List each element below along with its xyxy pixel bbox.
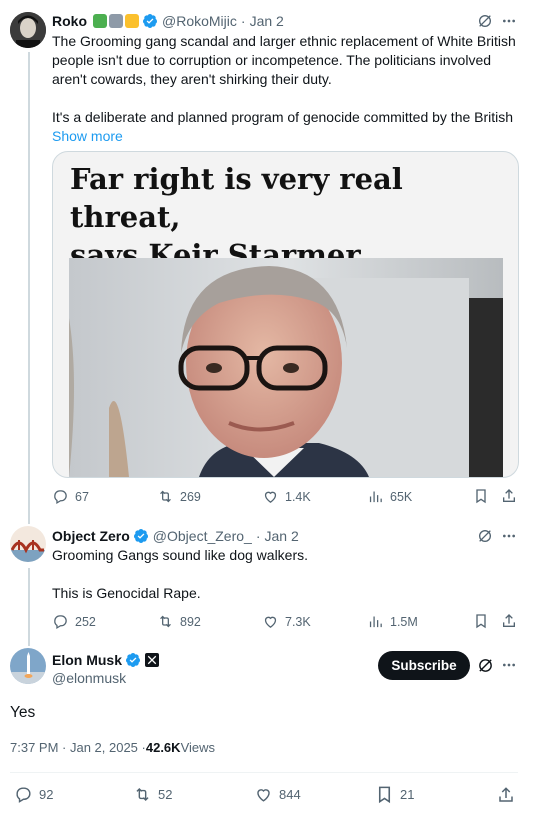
tweet-meta: 7:37 PM · Jan 2, 2025 · 42.6K Views [10, 740, 215, 755]
tweet-header: Roko @RokoMijic · Jan 2 [52, 12, 284, 30]
verified-badge-icon [125, 652, 141, 668]
views-button[interactable]: 1.5M [367, 613, 418, 630]
tweet-header: Object Zero @Object_Zero_ · Jan 2 [52, 527, 299, 545]
verified-badge-icon [142, 13, 158, 29]
bookmark-count: 21 [400, 787, 415, 802]
bookmark-icon[interactable] [472, 612, 490, 630]
avatar[interactable] [10, 12, 46, 48]
show-more-link[interactable]: Show more [52, 127, 522, 146]
timestamp[interactable]: Jan 2 [265, 528, 299, 544]
repost-icon [160, 615, 171, 628]
reply-button[interactable]: 67 [52, 488, 89, 505]
tweet-text-line: The Grooming gang scandal and larger eth… [52, 33, 516, 49]
author-header: Elon Musk [52, 651, 160, 669]
repost-button[interactable]: 269 [157, 488, 201, 505]
tweet-text-line: aren't cowards, they aren't shirking the… [52, 71, 332, 87]
display-name[interactable]: Elon Musk [52, 652, 122, 668]
tweet-text-line: This is Genocidal Rape. [52, 585, 201, 601]
timestamp[interactable]: Jan 2 [250, 13, 284, 29]
tweet-text: Grooming Gangs sound like dog walkers. T… [52, 546, 512, 603]
handle[interactable]: @RokoMijic [162, 13, 237, 29]
more-icon[interactable] [500, 12, 518, 30]
heart-icon [257, 789, 270, 802]
handle[interactable]: @elonmusk [52, 670, 126, 686]
subscribe-button[interactable]: Subscribe [378, 651, 470, 680]
tweet-text-line: It's a deliberate and planned program of… [52, 109, 514, 125]
like-button[interactable]: 7.3K [262, 613, 311, 630]
media-card[interactable]: Far right is very real threat, says Keir… [52, 151, 519, 478]
heart-icon [264, 616, 277, 628]
repost-count: 269 [180, 489, 201, 504]
divider [10, 772, 518, 773]
handle[interactable]: @Object_Zero_ [153, 528, 252, 544]
views-icon [369, 616, 382, 628]
tweet-text-line: people isn't due to corruption or incomp… [52, 52, 492, 68]
share-icon[interactable] [496, 785, 516, 805]
repost-icon [160, 490, 171, 503]
repost-count: 52 [158, 787, 173, 802]
reply-count: 67 [75, 489, 89, 504]
like-button[interactable]: 1.4K [262, 488, 311, 505]
emoji-icon [93, 14, 107, 28]
bookmark-icon [378, 786, 391, 804]
tweet-timestamp[interactable]: 7:37 PM · Jan 2, 2025 · [10, 740, 146, 755]
card-photo [69, 258, 503, 477]
grok-icon[interactable] [476, 656, 494, 674]
display-name[interactable]: Roko [52, 13, 87, 29]
grok-icon[interactable] [476, 12, 494, 30]
grok-icon[interactable] [476, 527, 494, 545]
share-icon[interactable] [500, 612, 518, 630]
separator: · [255, 528, 261, 544]
views-count: 42.6K [145, 740, 181, 755]
card-headline: Far right is very real threat, says Keir… [70, 160, 510, 274]
tweet-text: The Grooming gang scandal and larger eth… [52, 32, 522, 146]
verified-badge-icon [133, 528, 149, 544]
views-count: 65K [390, 489, 413, 504]
like-button[interactable]: 844 [254, 785, 301, 804]
more-icon[interactable] [500, 527, 518, 545]
tweet-text-line: Grooming Gangs sound like dog walkers. [52, 547, 309, 563]
bookmark-icon[interactable] [472, 487, 490, 505]
views-label: Views [180, 740, 216, 755]
reply-icon [54, 490, 67, 505]
x-affiliate-icon [145, 653, 160, 667]
like-count: 844 [279, 787, 301, 802]
main-tweet-text: Yes [10, 704, 36, 721]
views-count: 1.5M [390, 614, 418, 629]
avatar[interactable] [10, 648, 46, 684]
reply-button[interactable]: 252 [52, 613, 96, 630]
more-icon[interactable] [500, 656, 518, 674]
repost-button[interactable]: 892 [157, 613, 201, 630]
emoji-icon [109, 14, 123, 28]
reply-icon [16, 787, 31, 803]
share-icon[interactable] [500, 487, 518, 505]
thread-line [28, 568, 30, 646]
reply-count: 252 [75, 614, 96, 629]
views-button[interactable]: 65K [367, 488, 412, 505]
heart-icon [264, 491, 277, 503]
bookmark-button[interactable]: 21 [375, 785, 414, 804]
avatar[interactable] [10, 526, 46, 562]
repost-button[interactable]: 52 [133, 785, 172, 804]
reply-count: 92 [39, 787, 54, 802]
display-name[interactable]: Object Zero [52, 528, 130, 544]
like-count: 7.3K [285, 614, 311, 629]
reply-icon [54, 615, 67, 630]
separator: · [240, 13, 246, 29]
reply-button[interactable]: 92 [14, 785, 53, 804]
views-icon [369, 491, 382, 503]
emoji-icon [125, 14, 139, 28]
thread-line [28, 52, 30, 524]
repost-count: 892 [180, 614, 201, 629]
card-headline-line: Far right is very real threat, [70, 162, 403, 234]
repost-icon [136, 787, 149, 802]
like-count: 1.4K [285, 489, 311, 504]
emoji-badges [91, 14, 139, 28]
